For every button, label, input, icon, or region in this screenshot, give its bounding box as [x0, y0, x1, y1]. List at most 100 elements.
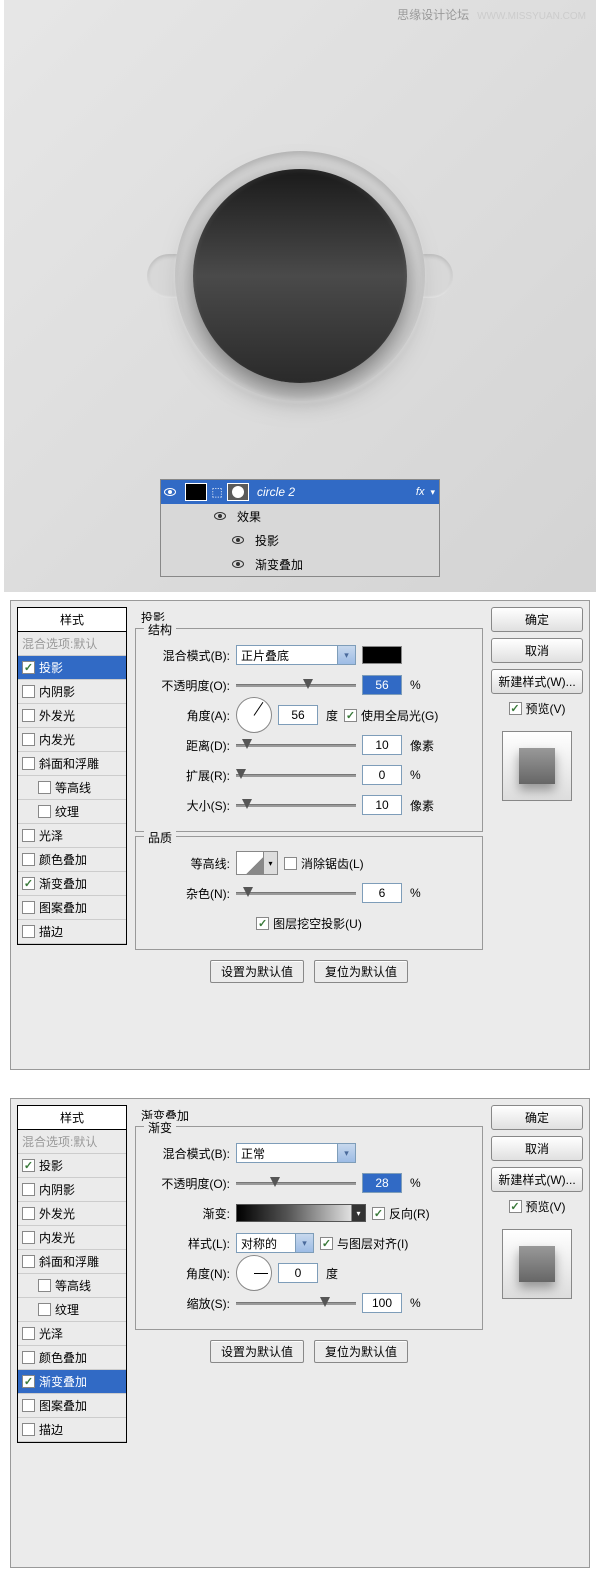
- blend-mode-label: 混合模式(B):: [146, 647, 230, 664]
- style-drop-shadow[interactable]: 投影: [18, 656, 126, 680]
- scale-label: 缩放(S):: [146, 1295, 230, 1312]
- visibility-icon[interactable]: [229, 536, 247, 544]
- effects-label: 效果: [237, 508, 261, 525]
- new-style-button[interactable]: 新建样式(W)...: [491, 1167, 583, 1192]
- style-texture[interactable]: 纹理: [18, 800, 126, 824]
- style-stroke[interactable]: 描边: [18, 920, 126, 944]
- effect-label: 渐变叠加: [255, 556, 303, 573]
- style-outer-glow[interactable]: 外发光: [18, 704, 126, 728]
- spread-label: 扩展(R):: [146, 767, 230, 784]
- angle-input[interactable]: 56: [278, 705, 318, 725]
- angle-dial[interactable]: [236, 1255, 272, 1291]
- antialias-checkbox[interactable]: 消除锯齿(L): [284, 855, 364, 872]
- visibility-icon[interactable]: [161, 488, 179, 496]
- ok-button[interactable]: 确定: [491, 1105, 583, 1130]
- preview-checkbox[interactable]: 预览(V): [491, 700, 583, 717]
- scale-slider[interactable]: [236, 1300, 356, 1306]
- opacity-slider[interactable]: [236, 1180, 356, 1186]
- style-stroke[interactable]: 描边: [18, 1418, 126, 1442]
- style-pattern-overlay[interactable]: 图案叠加: [18, 1394, 126, 1418]
- blend-mode-select[interactable]: 正常▾: [236, 1143, 356, 1163]
- new-style-button[interactable]: 新建样式(W)...: [491, 669, 583, 694]
- opacity-label: 不透明度(O):: [146, 1175, 230, 1192]
- angle-dial[interactable]: [236, 697, 272, 733]
- angle-label: 角度(A):: [146, 707, 230, 724]
- effects-row[interactable]: 效果: [161, 504, 439, 528]
- opacity-input[interactable]: 56: [362, 675, 402, 695]
- noise-label: 杂色(N):: [146, 885, 230, 902]
- distance-input[interactable]: 10: [362, 735, 402, 755]
- cancel-button[interactable]: 取消: [491, 638, 583, 663]
- style-inner-shadow[interactable]: 内阴影: [18, 680, 126, 704]
- style-outer-glow[interactable]: 外发光: [18, 1202, 126, 1226]
- ok-button[interactable]: 确定: [491, 607, 583, 632]
- set-default-button[interactable]: 设置为默认值: [210, 1340, 304, 1363]
- layer-style-dialog-dropshadow: 样式 混合选项:默认 投影 内阴影 外发光 内发光 斜面和浮雕 等高线 纹理 光…: [10, 600, 590, 1070]
- gradient-picker[interactable]: ▾: [236, 1204, 366, 1222]
- layer-main[interactable]: ⬚ circle 2 fx ▾: [161, 480, 439, 504]
- layer-style-dialog-gradient: 样式 混合选项:默认 投影 内阴影 外发光 内发光 斜面和浮雕 等高线 纹理 光…: [10, 1098, 590, 1568]
- gradient-style-select[interactable]: 对称的▾: [236, 1233, 314, 1253]
- knockout-checkbox[interactable]: 图层挖空投影(U): [256, 915, 362, 932]
- size-input[interactable]: 10: [362, 795, 402, 815]
- layer-mask: [227, 483, 249, 501]
- spread-slider[interactable]: [236, 772, 356, 778]
- contour-picker[interactable]: ▾: [236, 851, 278, 875]
- fx-indicator[interactable]: fx: [416, 486, 425, 498]
- style-inner-shadow[interactable]: 内阴影: [18, 1178, 126, 1202]
- style-satin[interactable]: 光泽: [18, 1322, 126, 1346]
- style-color-overlay[interactable]: 颜色叠加: [18, 1346, 126, 1370]
- style-inner-glow[interactable]: 内发光: [18, 1226, 126, 1250]
- style-pattern-overlay[interactable]: 图案叠加: [18, 896, 126, 920]
- style-preview: [502, 731, 572, 801]
- style-satin[interactable]: 光泽: [18, 824, 126, 848]
- visibility-icon[interactable]: [211, 512, 229, 520]
- style-texture[interactable]: 纹理: [18, 1298, 126, 1322]
- preview-checkbox[interactable]: 预览(V): [491, 1198, 583, 1215]
- link-icon: ⬚: [209, 483, 225, 501]
- opacity-slider[interactable]: [236, 682, 356, 688]
- spread-input[interactable]: 0: [362, 765, 402, 785]
- align-checkbox[interactable]: 与图层对齐(I): [320, 1235, 408, 1252]
- angle-input[interactable]: 0: [278, 1263, 318, 1283]
- style-bevel[interactable]: 斜面和浮雕: [18, 752, 126, 776]
- style-drop-shadow[interactable]: 投影: [18, 1154, 126, 1178]
- angle-label: 角度(N):: [146, 1265, 230, 1282]
- effect-drop-shadow[interactable]: 投影: [161, 528, 439, 552]
- effect-label: 投影: [255, 532, 279, 549]
- size-slider[interactable]: [236, 802, 356, 808]
- reverse-checkbox[interactable]: 反向(R): [372, 1205, 430, 1222]
- blend-options[interactable]: 混合选项:默认: [18, 1130, 126, 1154]
- noise-slider[interactable]: [236, 890, 356, 896]
- reset-default-button[interactable]: 复位为默认值: [314, 1340, 408, 1363]
- structure-group: 结构 混合模式(B): 正片叠底▾ 不透明度(O): 56 % 角度(A): 5…: [135, 628, 483, 832]
- visibility-icon[interactable]: [229, 560, 247, 568]
- distance-slider[interactable]: [236, 742, 356, 748]
- blend-options[interactable]: 混合选项:默认: [18, 632, 126, 656]
- style-inner-glow[interactable]: 内发光: [18, 728, 126, 752]
- style-gradient-overlay[interactable]: 渐变叠加: [18, 872, 126, 896]
- cancel-button[interactable]: 取消: [491, 1136, 583, 1161]
- style-bevel[interactable]: 斜面和浮雕: [18, 1250, 126, 1274]
- color-swatch[interactable]: [362, 646, 402, 664]
- blend-mode-select[interactable]: 正片叠底▾: [236, 645, 356, 665]
- noise-input[interactable]: 6: [362, 883, 402, 903]
- style-gradient-overlay[interactable]: 渐变叠加: [18, 1370, 126, 1394]
- gradient-group: 渐变 混合模式(B): 正常▾ 不透明度(O): 28 % 渐变: ▾ 反向(R…: [135, 1126, 483, 1330]
- style-contour[interactable]: 等高线: [18, 1274, 126, 1298]
- effect-gradient-overlay[interactable]: 渐变叠加: [161, 552, 439, 576]
- global-light-checkbox[interactable]: 使用全局光(G): [344, 707, 438, 724]
- style-color-overlay[interactable]: 颜色叠加: [18, 848, 126, 872]
- opacity-label: 不透明度(O):: [146, 677, 230, 694]
- scale-input[interactable]: 100: [362, 1293, 402, 1313]
- reset-default-button[interactable]: 复位为默认值: [314, 960, 408, 983]
- set-default-button[interactable]: 设置为默认值: [210, 960, 304, 983]
- layer-name[interactable]: circle 2: [251, 485, 416, 499]
- style-label: 样式(L):: [146, 1235, 230, 1252]
- style-contour[interactable]: 等高线: [18, 776, 126, 800]
- gradient-label: 渐变:: [146, 1205, 230, 1222]
- opacity-input[interactable]: 28: [362, 1173, 402, 1193]
- blend-mode-label: 混合模式(B):: [146, 1145, 230, 1162]
- collapse-icon[interactable]: ▾: [430, 487, 435, 498]
- style-list: 混合选项:默认 投影 内阴影 外发光 内发光 斜面和浮雕 等高线 纹理 光泽 颜…: [17, 1130, 127, 1443]
